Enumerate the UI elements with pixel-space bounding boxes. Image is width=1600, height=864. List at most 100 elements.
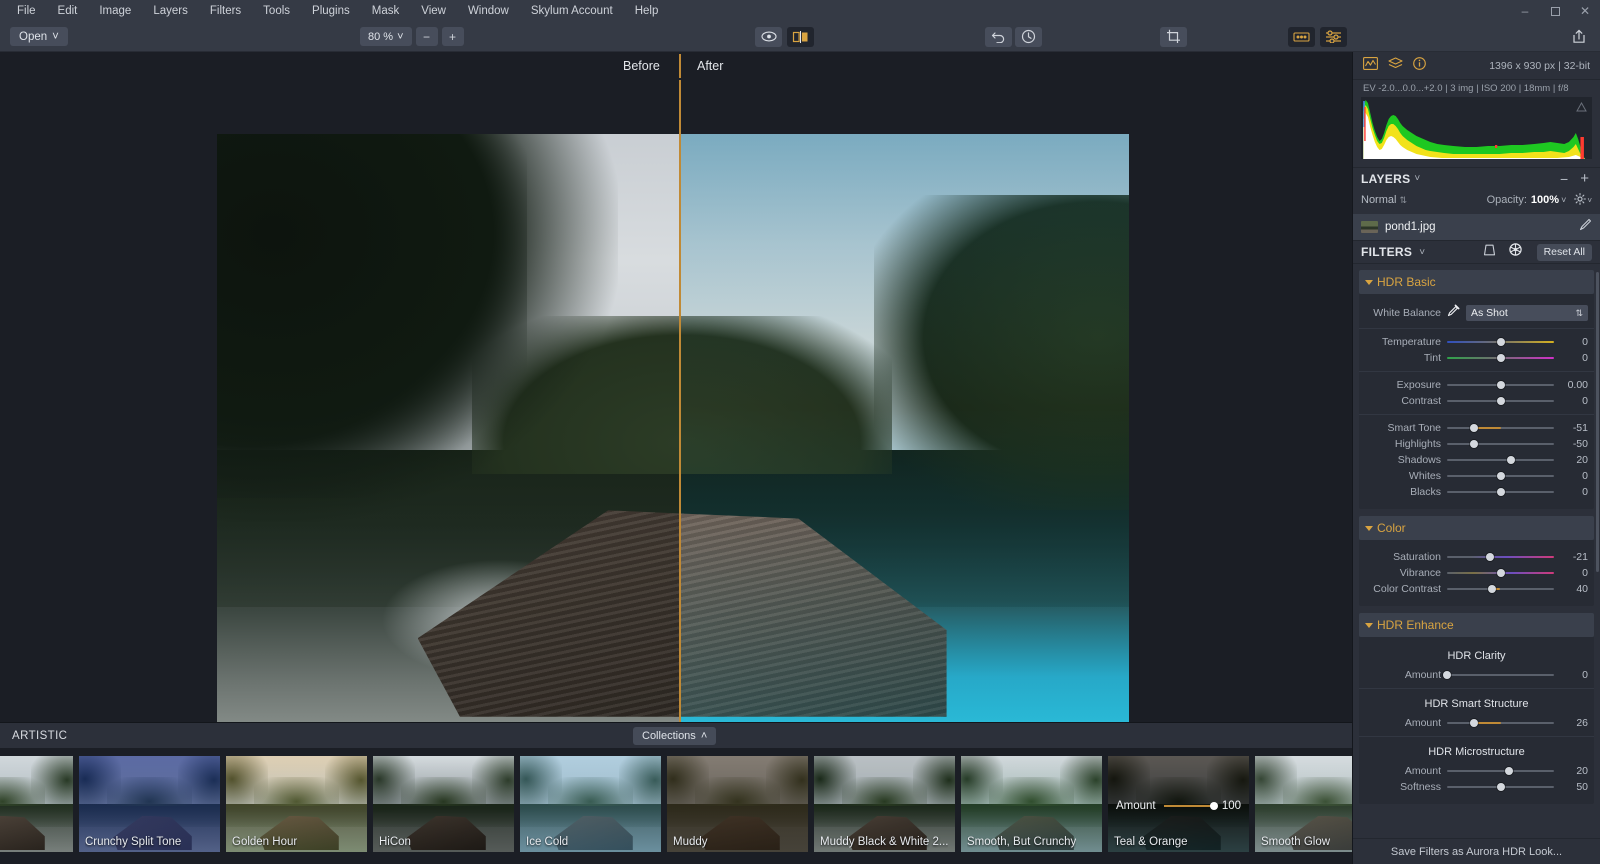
slider-track[interactable]	[1447, 440, 1554, 448]
save-look-button[interactable]: Save Filters as Aurora HDR Look...	[1353, 838, 1600, 864]
filter-group-header[interactable]: Color	[1359, 516, 1594, 540]
filter-group-header[interactable]: HDR Enhance	[1359, 613, 1594, 637]
preset-amount-control[interactable]: Amount 100	[1116, 800, 1241, 812]
slider-row[interactable]: Blacks 0	[1359, 484, 1594, 500]
adjust-sliders-button[interactable]	[1320, 26, 1347, 47]
slider-knob[interactable]	[1469, 440, 1478, 448]
slider-row[interactable]: Amount 20	[1359, 763, 1594, 779]
slider-row[interactable]: Shadows 20	[1359, 452, 1594, 468]
slider-track[interactable]	[1447, 783, 1554, 791]
chevron-down-icon[interactable]: ˅	[1587, 196, 1592, 205]
menu-item-layers[interactable]: Layers	[142, 0, 199, 22]
preset-card[interactable]: Smooth Glow	[1255, 756, 1352, 852]
info-icon[interactable]	[1413, 56, 1426, 75]
undo-button[interactable]	[985, 26, 1012, 47]
updown-caret-icon[interactable]: ⇅	[1399, 195, 1407, 206]
slider-knob[interactable]	[1209, 802, 1218, 810]
slider-knob[interactable]	[1469, 719, 1478, 727]
slider-track[interactable]	[1447, 381, 1554, 389]
zoom-level-select[interactable]: 80 % ˅	[360, 27, 412, 46]
menu-item-view[interactable]: View	[410, 0, 457, 22]
slider-knob[interactable]	[1505, 767, 1514, 775]
slider-row[interactable]: Exposure 0.00	[1359, 377, 1594, 393]
slider-track[interactable]	[1447, 397, 1554, 405]
preset-card[interactable]: Golden Hour	[226, 756, 367, 852]
slider-track[interactable]	[1447, 338, 1554, 346]
photo-compare-view[interactable]	[217, 134, 1129, 722]
slider-knob[interactable]	[1507, 456, 1516, 464]
preview-eye-button[interactable]	[755, 26, 782, 47]
history-button[interactable]	[1015, 26, 1042, 47]
slider-knob[interactable]	[1496, 397, 1505, 405]
split-compare-button[interactable]	[787, 26, 814, 47]
slider-track[interactable]	[1447, 767, 1554, 775]
preset-card[interactable]: Muddy	[667, 756, 808, 852]
opacity-value[interactable]: 100%	[1531, 194, 1559, 206]
zoom-out-button[interactable]: −	[415, 27, 438, 46]
collapse-caret-icon[interactable]	[1365, 622, 1373, 628]
slider-knob[interactable]	[1496, 783, 1505, 791]
eyedropper-icon[interactable]	[1447, 304, 1460, 322]
menu-item-plugins[interactable]: Plugins	[301, 0, 361, 22]
collapse-caret-icon[interactable]	[1365, 279, 1373, 285]
clipping-warning-icon[interactable]	[1576, 102, 1587, 112]
preset-card[interactable]: Crunchy Split Tone	[79, 756, 220, 852]
blend-mode-select[interactable]: Normal	[1361, 194, 1396, 206]
share-button[interactable]	[1565, 27, 1592, 47]
preset-card[interactable]: Muddy Black & White 2...	[814, 756, 955, 852]
slider-knob[interactable]	[1496, 354, 1505, 362]
slider-row[interactable]: Amount 26	[1359, 715, 1594, 731]
slider-knob[interactable]	[1496, 381, 1505, 389]
reset-all-button[interactable]: Reset All	[1536, 243, 1592, 261]
slider-track[interactable]	[1447, 553, 1554, 561]
slider-row[interactable]: Color Contrast 40	[1359, 581, 1594, 597]
slider-track[interactable]	[1447, 456, 1554, 464]
chevron-down-icon[interactable]: ˅	[1561, 195, 1566, 205]
crop-button[interactable]	[1160, 26, 1187, 47]
slider-row[interactable]: Saturation -21	[1359, 549, 1594, 565]
menu-item-image[interactable]: Image	[88, 0, 142, 22]
slider-row[interactable]: Vibrance 0	[1359, 565, 1594, 581]
chevron-down-icon[interactable]: ˅	[1419, 247, 1425, 258]
slider-track[interactable]	[1447, 488, 1554, 496]
preset-card[interactable]	[0, 756, 73, 852]
presets-strip[interactable]: Crunchy Split Tone Golden Hour HiCon Ice Co…	[0, 748, 1352, 864]
slider-knob[interactable]	[1485, 553, 1494, 561]
preset-card-selected[interactable]: Amount 100 Teal & Orange	[1108, 756, 1249, 852]
close-icon[interactable]: ✕	[1570, 0, 1600, 22]
menu-item-window[interactable]: Window	[457, 0, 520, 22]
slider-track[interactable]	[1447, 569, 1554, 577]
slider-knob[interactable]	[1469, 424, 1478, 432]
brush-icon[interactable]	[1579, 218, 1592, 236]
preset-card[interactable]: HiCon	[373, 756, 514, 852]
slider-track[interactable]	[1447, 585, 1554, 593]
layer-row[interactable]: pond1.jpg	[1353, 214, 1600, 240]
preset-amount-slider[interactable]	[1163, 802, 1218, 810]
menu-item-mask[interactable]: Mask	[361, 0, 410, 22]
slider-row[interactable]: Softness 50	[1359, 779, 1594, 795]
filter-settings-icon[interactable]	[1508, 243, 1522, 261]
gear-icon[interactable]	[1574, 192, 1587, 208]
slider-knob[interactable]	[1487, 585, 1496, 593]
minimize-icon[interactable]: –	[1510, 0, 1540, 22]
menu-item-help[interactable]: Help	[624, 0, 670, 22]
filters-list[interactable]: HDR Basic White Balance As Shot ⇅ Temperatur…	[1353, 264, 1600, 838]
slider-knob[interactable]	[1496, 338, 1505, 346]
presets-grid-button[interactable]	[1288, 26, 1315, 47]
slider-knob[interactable]	[1443, 671, 1451, 679]
slider-track[interactable]	[1443, 671, 1554, 679]
open-button[interactable]: Open ˅	[10, 27, 68, 46]
slider-row[interactable]: Highlights -50	[1359, 436, 1594, 452]
filter-group-header[interactable]: HDR Basic	[1359, 270, 1594, 294]
slider-track[interactable]	[1447, 719, 1554, 727]
slider-row[interactable]: Smart Tone -51	[1359, 420, 1594, 436]
layers-stack-icon[interactable]	[1388, 56, 1403, 75]
maximize-icon[interactable]	[1540, 0, 1570, 22]
remove-layer-button[interactable]: −	[1555, 171, 1573, 187]
collapse-caret-icon[interactable]	[1365, 525, 1373, 531]
menu-item-file[interactable]: File	[6, 0, 47, 22]
white-balance-select[interactable]: As Shot ⇅	[1466, 305, 1588, 321]
collections-button[interactable]: Collections ˄	[633, 726, 717, 745]
slider-track[interactable]	[1447, 354, 1554, 362]
histogram-icon[interactable]	[1363, 56, 1378, 75]
